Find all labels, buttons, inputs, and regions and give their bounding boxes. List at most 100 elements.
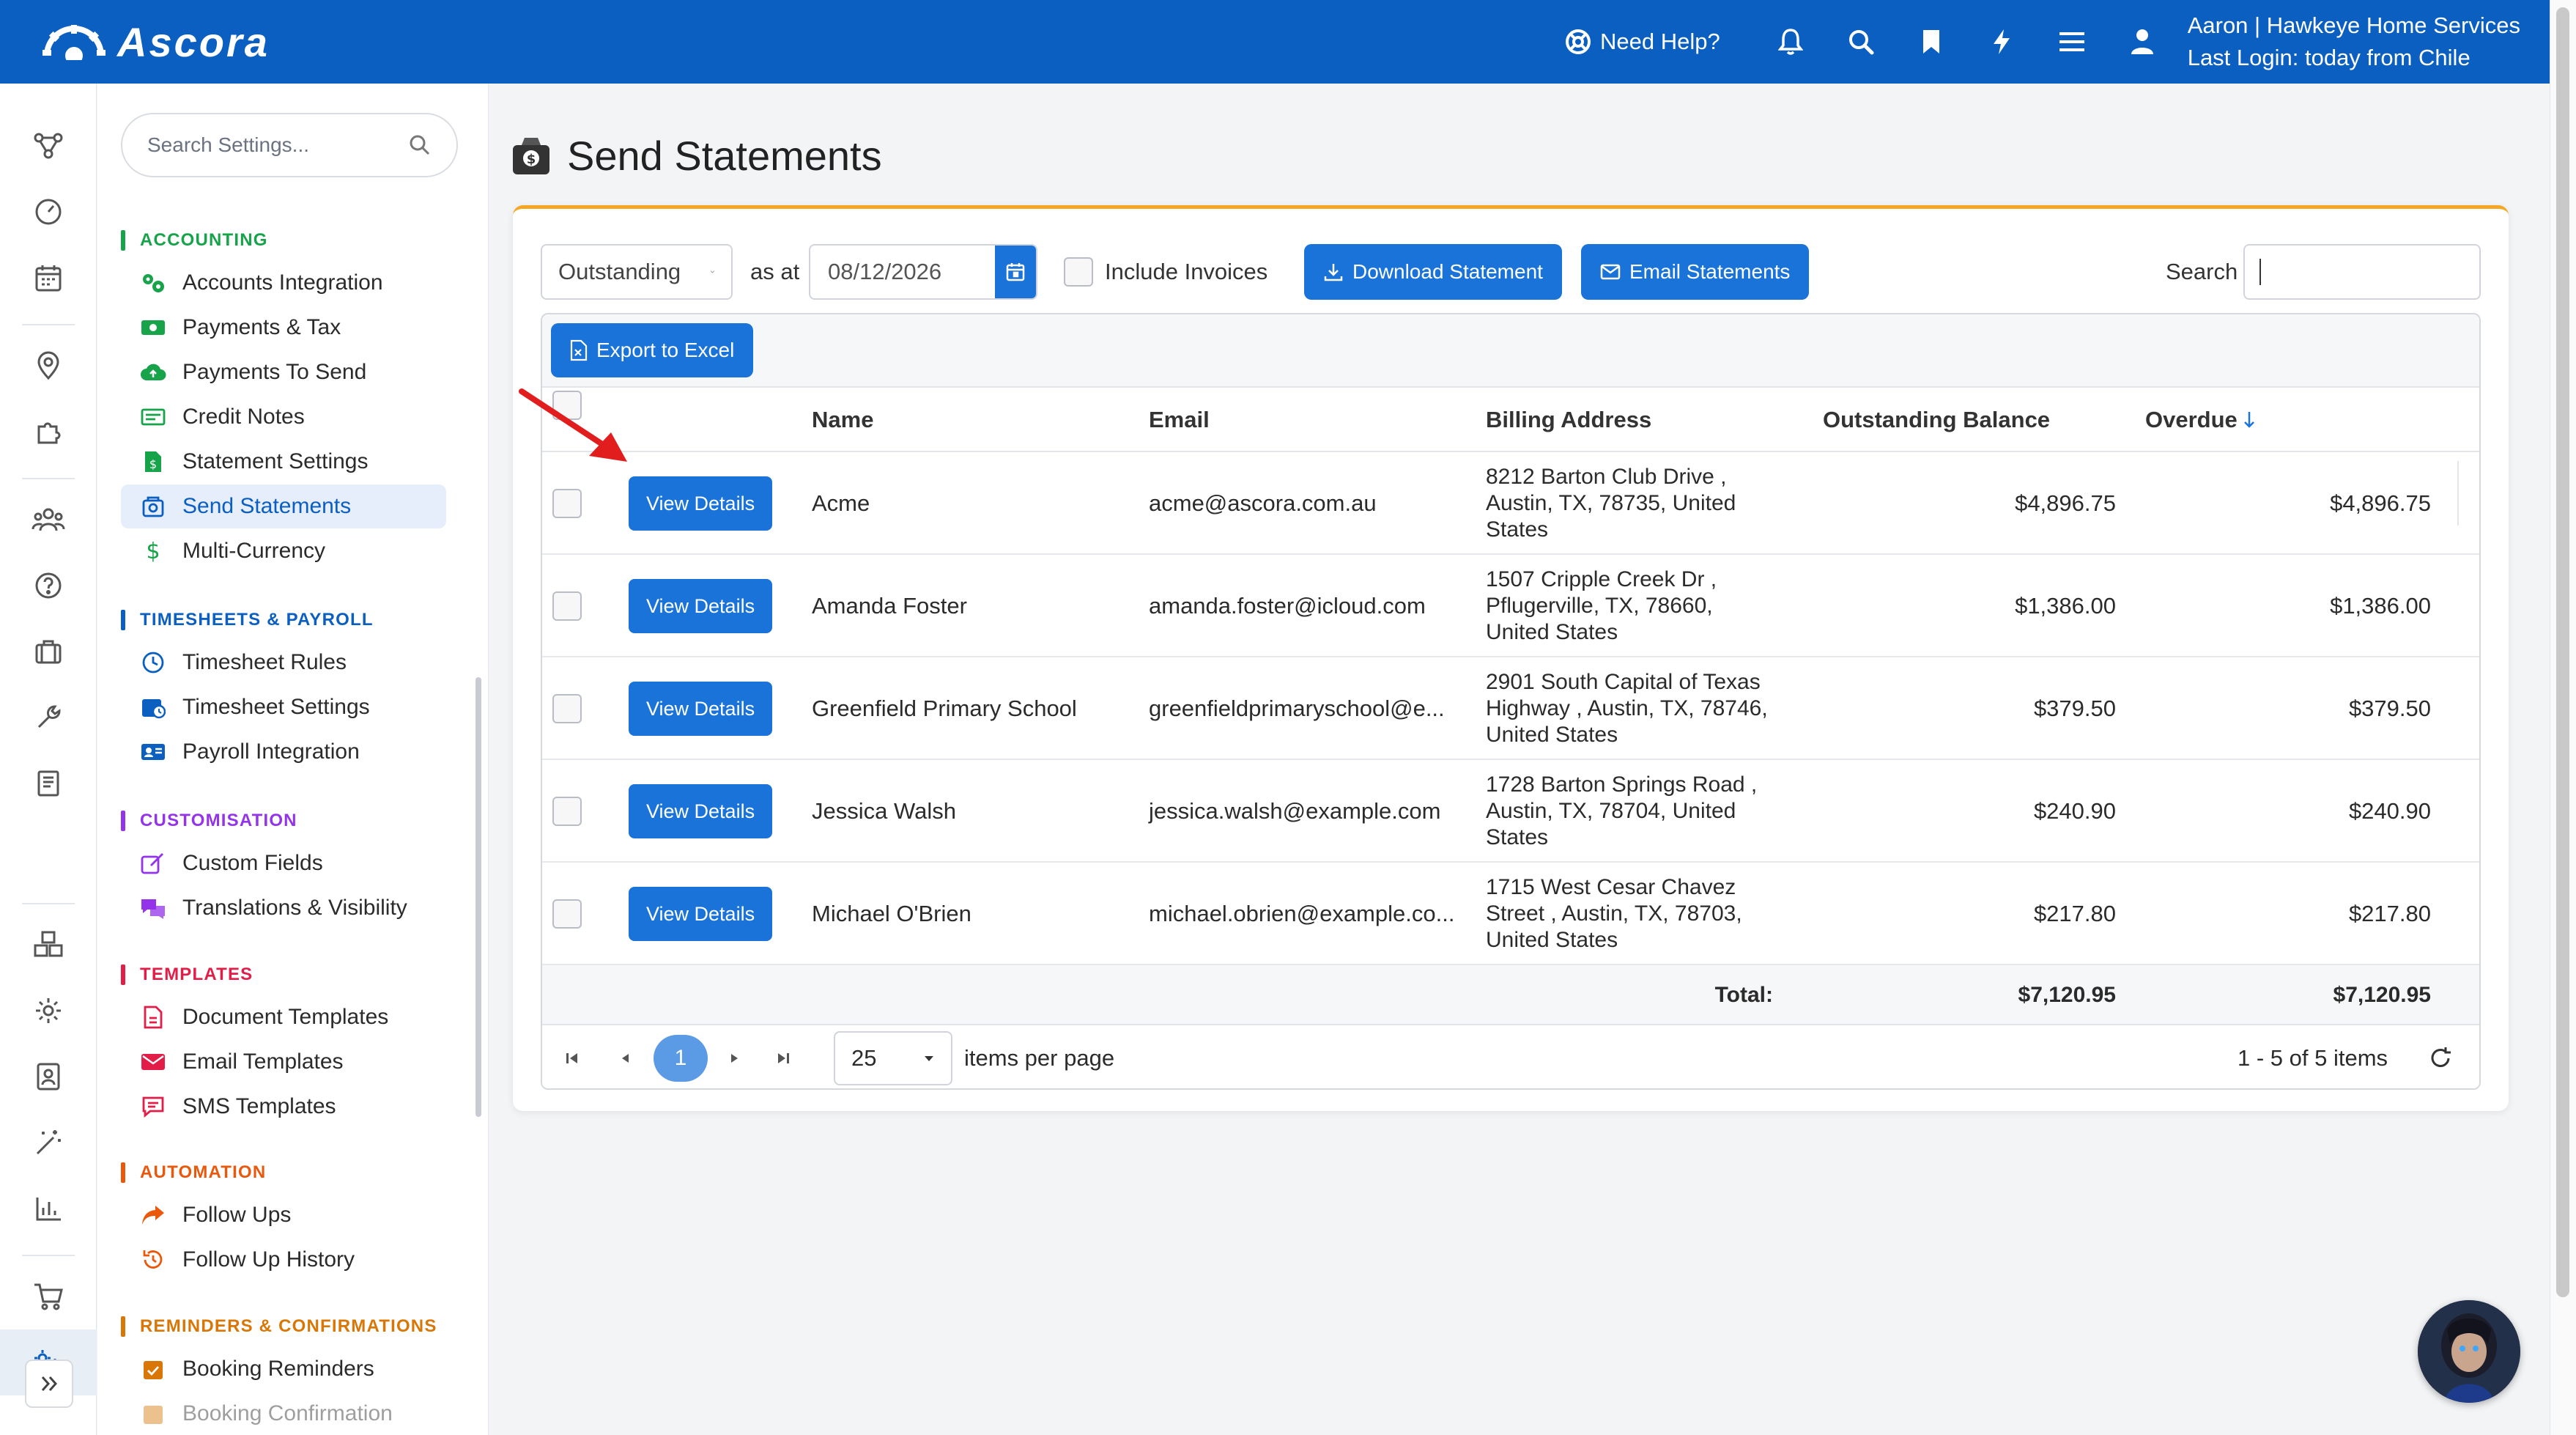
row-outstanding-balance: $379.50 <box>2033 696 2116 721</box>
need-help-link[interactable]: Need Help? <box>1565 29 1720 55</box>
search-button[interactable] <box>1826 0 1896 84</box>
window-scrollbar[interactable] <box>2550 0 2576 1435</box>
as-at-date-picker[interactable]: 08/12/2026 <box>809 244 1037 300</box>
settings-search-input[interactable]: Search Settings... <box>121 113 458 177</box>
previous-page-button[interactable] <box>618 1025 632 1088</box>
sidebar-item-follow-up-history[interactable]: Follow Up History <box>121 1238 446 1282</box>
rail-calendar[interactable] <box>0 245 97 311</box>
table-row[interactable]: View Details Jessica Walsh jessica.walsh@e… <box>542 760 2479 863</box>
sidebar-item-multi-currency[interactable]: $ Multi-Currency <box>121 529 446 573</box>
row-checkbox[interactable] <box>552 591 582 621</box>
row-checkbox[interactable] <box>552 899 582 929</box>
view-details-button[interactable]: View Details <box>629 476 773 531</box>
page-1-button[interactable]: 1 <box>654 1025 708 1088</box>
expand-rail-button[interactable] <box>25 1360 73 1408</box>
rail-magic[interactable] <box>0 1110 97 1176</box>
view-details-button[interactable]: View Details <box>629 682 773 736</box>
rail-tools[interactable] <box>0 685 97 750</box>
column-header-name[interactable]: Name <box>812 388 873 452</box>
quick-actions-button[interactable] <box>1966 0 2037 84</box>
window-scrollbar-thumb[interactable] <box>2556 7 2569 1297</box>
column-header-email[interactable]: Email <box>1149 388 1210 452</box>
bookmarks-button[interactable] <box>1896 0 1966 84</box>
column-header-outstanding-balance[interactable]: Outstanding Balance <box>1823 388 2050 452</box>
ascora-logo[interactable]: Ascora <box>41 18 270 66</box>
sidebar-item-booking-confirmation[interactable]: Booking Confirmation <box>121 1392 446 1435</box>
sidebar-item-accounts-integration[interactable]: Accounts Integration <box>121 261 446 305</box>
sidebar-item-follow-ups[interactable]: Follow Ups <box>121 1193 446 1237</box>
sidebar-item-timesheet-settings[interactable]: Timesheet Settings <box>121 685 446 729</box>
row-checkbox-cell[interactable] <box>552 452 582 555</box>
sidebar-item-payments-tax[interactable]: Payments & Tax <box>121 306 446 350</box>
rail-shop[interactable] <box>0 1264 97 1329</box>
rail-dashboard[interactable] <box>0 179 97 245</box>
next-page-button[interactable] <box>728 1025 741 1088</box>
include-invoices-checkbox[interactable] <box>1064 257 1093 287</box>
sidebar-item-payroll-integration[interactable]: Payroll Integration <box>121 730 446 774</box>
calendar-button[interactable] <box>995 246 1036 298</box>
rail-contacts[interactable] <box>0 1044 97 1110</box>
row-checkbox[interactable] <box>552 489 582 518</box>
address-line-3: States <box>1486 825 1549 849</box>
rail-locations[interactable] <box>0 333 97 399</box>
credit-card-icon <box>141 408 166 426</box>
rail-customers[interactable] <box>0 487 97 553</box>
chatbot-avatar-button[interactable] <box>2418 1300 2520 1403</box>
sidebar-item-booking-reminders[interactable]: Booking Reminders <box>121 1347 446 1391</box>
rail-help[interactable] <box>0 553 97 619</box>
table-row[interactable]: View Details Amanda Foster amanda.foster@i… <box>542 555 2479 657</box>
user-profile-button[interactable] <box>2107 0 2177 84</box>
items-per-page-label: items per page <box>964 1045 1115 1071</box>
row-checkbox[interactable] <box>552 797 582 826</box>
sidebar-item-timesheet-rules[interactable]: Timesheet Rules <box>121 641 446 685</box>
table-row[interactable]: View Details Greenfield Primary School gre… <box>542 657 2479 760</box>
page-size-select[interactable]: 25 <box>834 1025 952 1088</box>
comments-icon <box>141 899 165 919</box>
current-page-number[interactable]: 1 <box>654 1035 708 1082</box>
email-statements-button[interactable]: Email Statements <box>1581 244 1810 300</box>
column-header-overdue[interactable]: Overdue <box>2145 388 2255 452</box>
sidebar-item-email-templates[interactable]: Email Templates <box>121 1040 446 1084</box>
sidebar-item-send-statements[interactable]: Send Statements <box>121 484 446 528</box>
sidebar-item-translations-visibility[interactable]: Translations & Visibility <box>121 886 446 930</box>
sidebar-item-sms-templates[interactable]: SMS Templates <box>121 1085 446 1129</box>
first-page-button[interactable] <box>564 1025 580 1088</box>
rail-workflow[interactable] <box>0 113 97 179</box>
table-row[interactable]: View Details Michael O'Brien michael.obrie… <box>542 863 2479 965</box>
notifications-button[interactable] <box>1755 0 1826 84</box>
last-page-button[interactable] <box>775 1025 791 1088</box>
rail-inventory[interactable] <box>0 912 97 978</box>
view-details-button[interactable]: View Details <box>629 579 773 633</box>
grid-search-input[interactable] <box>2243 244 2481 300</box>
edit-icon <box>141 853 163 874</box>
rail-reports[interactable] <box>0 1176 97 1242</box>
refresh-button[interactable] <box>2428 1025 2453 1088</box>
user-info[interactable]: Aaron | Hawkeye Home Services Last Login… <box>2188 10 2520 74</box>
download-statement-button[interactable]: Download Statement <box>1304 244 1562 300</box>
gear-icon <box>36 998 61 1023</box>
rail-jobs[interactable] <box>0 619 97 685</box>
sidebar-item-document-templates[interactable]: Document Templates <box>121 995 446 1039</box>
row-checkbox-cell[interactable] <box>552 657 582 760</box>
sidebar-scrollbar[interactable] <box>475 677 481 1117</box>
sidebar-item-credit-notes[interactable]: Credit Notes <box>121 395 446 439</box>
view-details-button[interactable]: View Details <box>629 784 773 838</box>
balance-filter-select[interactable]: Outstanding <box>541 244 733 300</box>
view-details-button[interactable]: View Details <box>629 887 773 941</box>
include-invoices-toggle[interactable]: Include Invoices <box>1064 244 1267 300</box>
sidebar-item-custom-fields[interactable]: Custom Fields <box>121 841 446 885</box>
menu-button[interactable] <box>2037 0 2107 84</box>
rail-integrations[interactable] <box>0 399 97 465</box>
export-to-excel-button[interactable]: Export to Excel <box>551 323 754 377</box>
sidebar-item-payments-to-send[interactable]: Payments To Send <box>121 350 446 394</box>
rail-settings[interactable] <box>0 978 97 1044</box>
row-checkbox-cell[interactable] <box>552 760 582 863</box>
table-row[interactable]: View Details Acme acme@ascora.com.au 8212 B… <box>542 452 2479 555</box>
rail-documents[interactable] <box>0 750 97 816</box>
row-checkbox-cell[interactable] <box>552 863 582 965</box>
view-details-cell: View Details <box>629 863 773 965</box>
sidebar-item-statement-settings[interactable]: $ Statement Settings <box>121 440 446 484</box>
row-checkbox[interactable] <box>552 694 582 723</box>
column-header-billing-address[interactable]: Billing Address <box>1486 388 1651 452</box>
row-checkbox-cell[interactable] <box>552 555 582 657</box>
